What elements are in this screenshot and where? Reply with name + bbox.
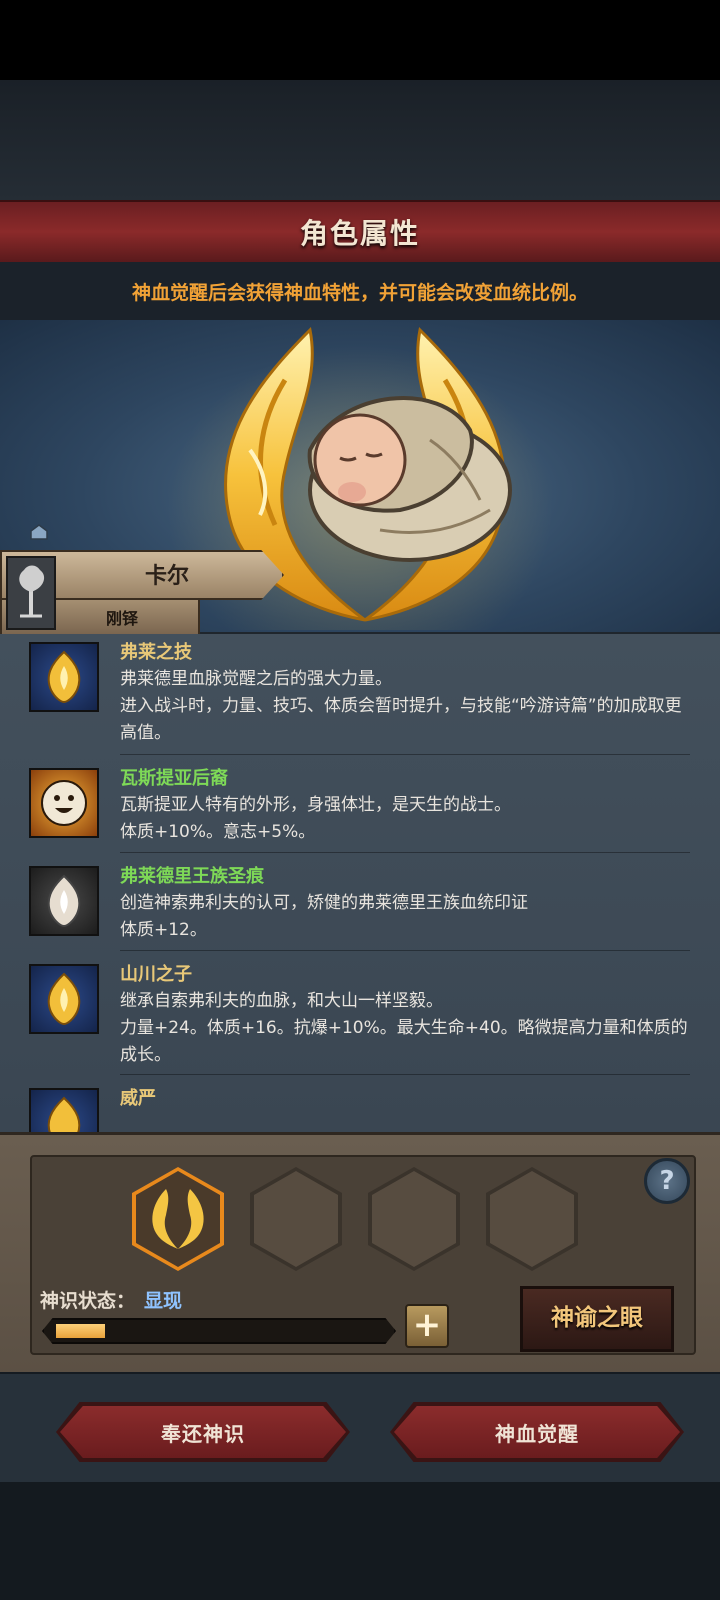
list-item: 威严 — [0, 1080, 720, 1134]
trait-description: 继承自索弗利夫的血脉，和大山一样坚毅。 力量+24。体质+16。抗爆+10%。最… — [120, 988, 690, 1069]
divider — [120, 950, 690, 951]
trait-line: 创造神索弗利夫的认可，矫健的弗莱德里王族血统印证 — [120, 893, 528, 913]
trait-line: 继承自索弗利夫的血脉，和大山一样坚毅。 — [120, 991, 443, 1011]
rank-crest-icon — [30, 524, 48, 540]
trait-name: 瓦斯提亚后裔 — [120, 768, 228, 789]
golden-flame-crest-icon — [29, 1088, 99, 1134]
list-item: 瓦斯提亚后裔 瓦斯提亚人特有的外形，身强体壮，是天生的战士。 体质+10%。意志… — [0, 760, 720, 852]
divine-slot-active[interactable] — [132, 1167, 224, 1271]
add-button[interactable]: + — [405, 1304, 449, 1348]
awaken-bloodline-label: 神血觉醒 — [495, 1421, 579, 1446]
trait-line: 力量+24。体质+16。抗爆+10%。最大生命+40。略微提高力量和体质的成长。 — [120, 1018, 688, 1065]
list-item: 山川之子 继承自索弗利夫的血脉，和大山一样坚毅。 力量+24。体质+16。抗爆+… — [0, 956, 720, 1074]
swaddled-baby-portrait — [307, 395, 512, 562]
awaken-bloodline-button[interactable]: 神血觉醒 — [394, 1406, 680, 1458]
divider — [120, 1074, 690, 1075]
divine-progress-fill — [56, 1324, 105, 1338]
trait-description: 弗莱德里血脉觉醒之后的强大力量。 进入战斗时，力量、技巧、体质会暂时提升，与技能… — [120, 666, 690, 747]
notice-text: 神血觉醒后会获得神血特性，并可能会改变血统比例。 — [131, 281, 588, 304]
trait-list[interactable]: 弗莱之技 弗莱德里血脉觉醒之后的强大力量。 进入战斗时，力量、技巧、体质会暂时提… — [0, 634, 720, 1134]
divine-status-label: 神识状态： — [40, 1290, 136, 1312]
list-item: 弗莱之技 弗莱德里血脉觉醒之后的强大力量。 进入战斗时，力量、技巧、体质会暂时提… — [0, 634, 720, 754]
return-divine-label: 奉还神识 — [161, 1421, 245, 1446]
character-origin: 刚铎 — [105, 609, 138, 628]
trait-name: 弗莱之技 — [120, 642, 192, 663]
golden-flame-crest-icon — [29, 642, 99, 712]
return-divine-button[interactable]: 奉还神识 — [60, 1406, 346, 1458]
trait-description: 瓦斯提亚人特有的外形，身强体壮，是天生的战士。 体质+10%。意志+5%。 — [120, 792, 690, 846]
smiling-sun-face-icon — [29, 768, 99, 838]
trait-line: 进入战斗时，力量、技巧、体质会暂时提升，与技能“吟游诗篇”的加成取更高值。 — [120, 696, 682, 743]
divine-status-value: 显现 — [144, 1290, 183, 1312]
tree-banner-icon — [6, 556, 56, 630]
silver-flame-crest-icon — [29, 866, 99, 936]
oracle-eye-button[interactable]: 神谕之眼 — [520, 1286, 674, 1352]
trait-line: 体质+10%。意志+5%。 — [120, 822, 316, 842]
trait-line: 弗莱德里血脉觉醒之后的强大力量。 — [120, 669, 392, 689]
navigation-area — [0, 1482, 720, 1600]
golden-wings-emblem-icon — [152, 1189, 204, 1249]
divine-progress-bar — [42, 1318, 396, 1344]
notice-bar: 神血觉醒后会获得神血特性，并可能会改变血统比例。 — [0, 262, 720, 320]
trait-name: 弗莱德里王族圣痕 — [120, 866, 264, 887]
divine-slot-empty[interactable] — [250, 1167, 342, 1271]
trait-line: 体质+12。 — [120, 920, 207, 940]
divine-slot-empty[interactable] — [368, 1167, 460, 1271]
divider — [120, 754, 690, 755]
title-bar: 角色属性 — [0, 200, 720, 264]
trait-line: 瓦斯提亚人特有的外形，身强体壮，是天生的战士。 — [120, 795, 511, 815]
divider — [120, 852, 690, 853]
list-item: 弗莱德里王族圣痕 创造神索弗利夫的认可，矫健的弗莱德里王族血统印证 体质+12。 — [0, 858, 720, 950]
status-bar — [0, 0, 720, 80]
help-button[interactable]: ? — [644, 1158, 690, 1204]
golden-flame-crest-icon — [29, 964, 99, 1034]
character-name: 卡尔 — [144, 564, 189, 589]
trait-name: 威严 — [120, 1088, 156, 1109]
trait-name: 山川之子 — [120, 964, 192, 985]
top-spacer — [0, 80, 720, 200]
divine-slot-empty[interactable] — [486, 1167, 578, 1271]
trait-description: 创造神索弗利夫的认可，矫健的弗莱德里王族血统印证 体质+12。 — [120, 890, 690, 944]
page-title: 角色属性 — [299, 217, 420, 250]
